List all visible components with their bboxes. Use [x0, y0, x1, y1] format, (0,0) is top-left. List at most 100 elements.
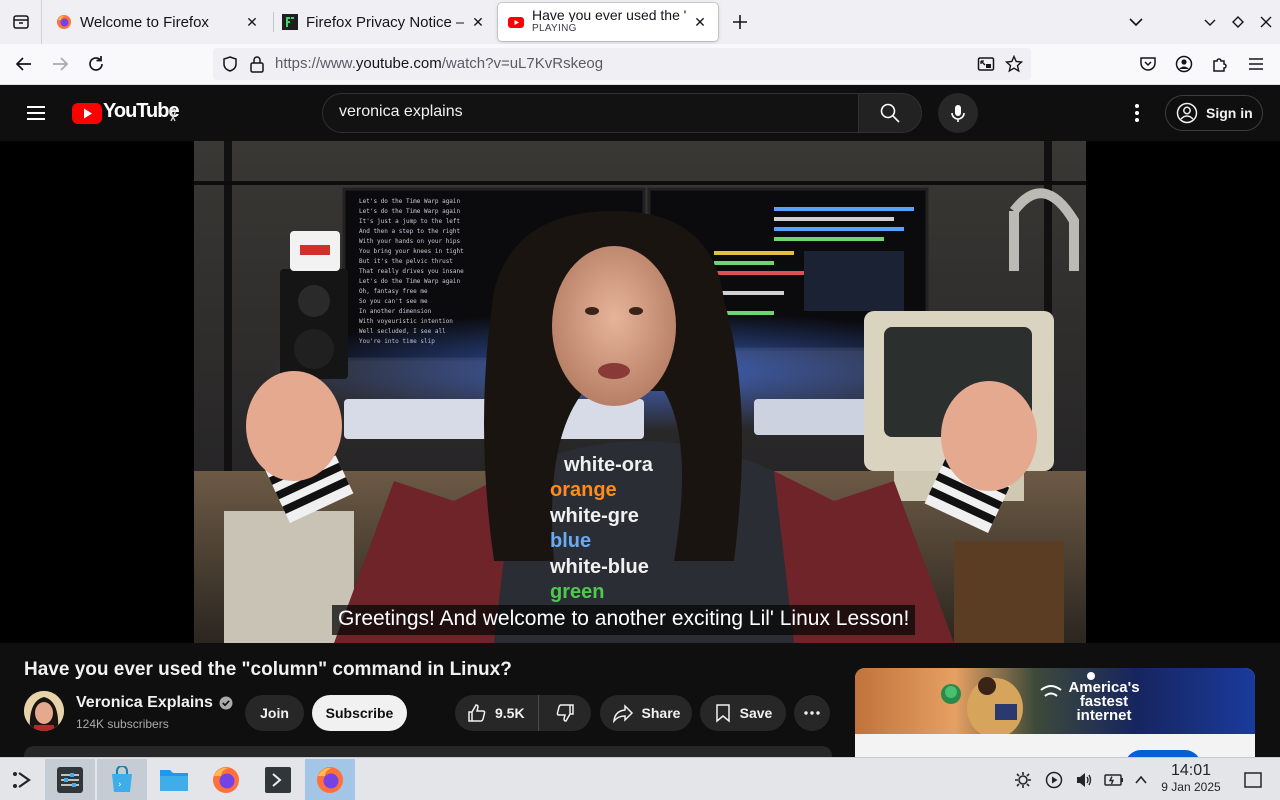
- app-menu-button[interactable]: [1242, 50, 1270, 78]
- youtube-masthead: YouTube Sign in: [0, 85, 1280, 141]
- application-launcher[interactable]: [0, 759, 44, 800]
- firefox-icon: [57, 15, 71, 29]
- share-button[interactable]: Share: [600, 695, 692, 731]
- svg-text:But it's the pelvic t: But it's the pelvic thrust: [359, 258, 453, 265]
- gear-network-icon: [1015, 771, 1031, 788]
- firefox-icon: [317, 766, 343, 793]
- sign-in-button[interactable]: Sign in: [1165, 95, 1263, 131]
- save-button[interactable]: Save: [700, 695, 786, 731]
- shirt-text-line: white-gre: [549, 505, 639, 527]
- arrow-right-icon: [53, 57, 69, 71]
- taskbar-system-settings[interactable]: [45, 759, 95, 800]
- close-tab-icon[interactable]: ✕: [244, 14, 260, 30]
- window-minimize-button[interactable]: [1196, 8, 1224, 36]
- more-vertical-icon: [1135, 104, 1139, 122]
- clock-time: 14:01: [1170, 762, 1212, 779]
- store-bag-icon: ›: [112, 765, 132, 792]
- tray-battery[interactable]: [1101, 759, 1127, 800]
- channel-avatar[interactable]: [24, 691, 64, 731]
- sponsored-ad[interactable]: America's fastest internet: [855, 668, 1255, 768]
- taskbar-file-manager[interactable]: [149, 759, 199, 800]
- shield-icon[interactable]: [221, 55, 239, 73]
- join-button[interactable]: Join: [245, 695, 304, 731]
- svg-text:It's just a jump t: It's just a jump to the left: [359, 218, 461, 225]
- bookmark-star-icon[interactable]: [1005, 55, 1023, 73]
- taskbar-discover[interactable]: ›: [97, 759, 147, 800]
- reload-button[interactable]: [82, 50, 110, 78]
- show-desktop-button[interactable]: [1240, 759, 1266, 800]
- subscribe-button[interactable]: Subscribe: [312, 695, 407, 731]
- mozilla-icon: [282, 14, 298, 30]
- more-actions-button[interactable]: [794, 695, 830, 731]
- launcher-icon: [13, 771, 31, 788]
- speaker-icon: [1077, 772, 1092, 787]
- account-icon: [1175, 55, 1193, 73]
- forward-button[interactable]: [46, 50, 74, 78]
- shirt-text-line: green: [550, 581, 604, 603]
- save-label: Save: [739, 705, 773, 721]
- tab-bar: Welcome to Firefox ✕ Firefox Privacy Not…: [0, 0, 1280, 44]
- guide-menu-button[interactable]: [24, 101, 48, 125]
- svg-text:You bring your knees i: You bring your knees in tight: [359, 248, 464, 255]
- tab-welcome-firefox[interactable]: Welcome to Firefox ✕: [46, 3, 270, 41]
- url-text[interactable]: https://www.youtube.com/watch?v=uL7KvRsk…: [275, 55, 603, 72]
- shirt-text-line: white-blue: [549, 556, 649, 578]
- share-icon: [612, 704, 633, 723]
- pocket-button[interactable]: [1134, 50, 1162, 78]
- tray-network-settings[interactable]: [1010, 759, 1036, 800]
- taskbar-konsole[interactable]: [253, 759, 303, 800]
- taskbar-firefox-active[interactable]: [305, 759, 355, 800]
- url-domain: youtube.com: [355, 55, 442, 72]
- svg-text:›: ›: [118, 780, 122, 790]
- tab-overflow-button[interactable]: [1122, 8, 1150, 36]
- svg-text:And then a step t: And then a step to the right: [359, 228, 461, 235]
- search-button[interactable]: [858, 93, 922, 133]
- search-box[interactable]: [322, 93, 859, 133]
- list-all-tabs-button[interactable]: [0, 0, 42, 44]
- video-player[interactable]: Let's do the Time Warp again Let's do th…: [0, 141, 1280, 643]
- back-button[interactable]: [10, 50, 38, 78]
- channel-name[interactable]: Veronica Explains: [76, 694, 233, 712]
- puzzle-icon: [1213, 58, 1227, 72]
- tab-privacy-notice[interactable]: Firefox Privacy Notice — M ✕: [272, 3, 496, 41]
- video-info: Have you ever used the "column" command …: [0, 643, 1280, 768]
- search-input[interactable]: [339, 103, 839, 121]
- new-tab-button[interactable]: [726, 8, 754, 36]
- account-button[interactable]: [1170, 50, 1198, 78]
- navigation-toolbar: https://www.youtube.com/watch?v=uL7KvRsk…: [0, 44, 1280, 85]
- terminal-icon: [265, 766, 291, 793]
- extensions-button[interactable]: [1206, 50, 1234, 78]
- tab-youtube-video[interactable]: Have you ever used the "co PLAYING ✕: [498, 3, 718, 41]
- like-count: 9.5K: [495, 705, 525, 721]
- digital-clock[interactable]: 14:01 9 Jan 2025: [1156, 762, 1226, 794]
- arrow-left-icon: [15, 57, 31, 71]
- tray-media-player[interactable]: [1041, 759, 1067, 800]
- close-tab-icon[interactable]: ✕: [470, 14, 486, 30]
- svg-text:With your hands on y: With your hands on your hips: [359, 238, 461, 245]
- subscriber-count: 124K subscribers: [76, 717, 169, 731]
- url-bar[interactable]: https://www.youtube.com/watch?v=uL7KvRsk…: [213, 48, 1031, 80]
- search-icon: [880, 103, 900, 123]
- tab-list-icon: [12, 15, 29, 29]
- settings-menu-button[interactable]: [1125, 101, 1149, 125]
- youtube-logo[interactable]: YouTube: [72, 100, 182, 126]
- dislike-button[interactable]: [539, 695, 591, 731]
- like-button[interactable]: 9.5K: [455, 695, 539, 731]
- window-maximize-button[interactable]: [1224, 8, 1252, 36]
- close-tab-icon[interactable]: ✕: [692, 14, 708, 30]
- picture-in-picture-icon[interactable]: [977, 55, 995, 73]
- video-frame[interactable]: Let's do the Time Warp again Let's do th…: [194, 141, 1086, 643]
- svg-text:So you can't see m: So you can't see me: [359, 298, 428, 305]
- plus-icon: [733, 15, 747, 29]
- tray-volume[interactable]: [1071, 759, 1097, 800]
- svg-text:In another dimension: In another dimension: [359, 308, 432, 315]
- account-circle-icon: [1176, 102, 1198, 124]
- lock-icon[interactable]: [249, 55, 265, 73]
- ribbon-icon: [170, 108, 176, 122]
- thumbs-down-icon: [556, 704, 574, 722]
- tray-expand-button[interactable]: [1129, 759, 1153, 800]
- pocket-icon: [1140, 57, 1156, 71]
- taskbar-firefox[interactable]: [201, 759, 251, 800]
- window-close-button[interactable]: [1252, 8, 1280, 36]
- voice-search-button[interactable]: [938, 93, 978, 133]
